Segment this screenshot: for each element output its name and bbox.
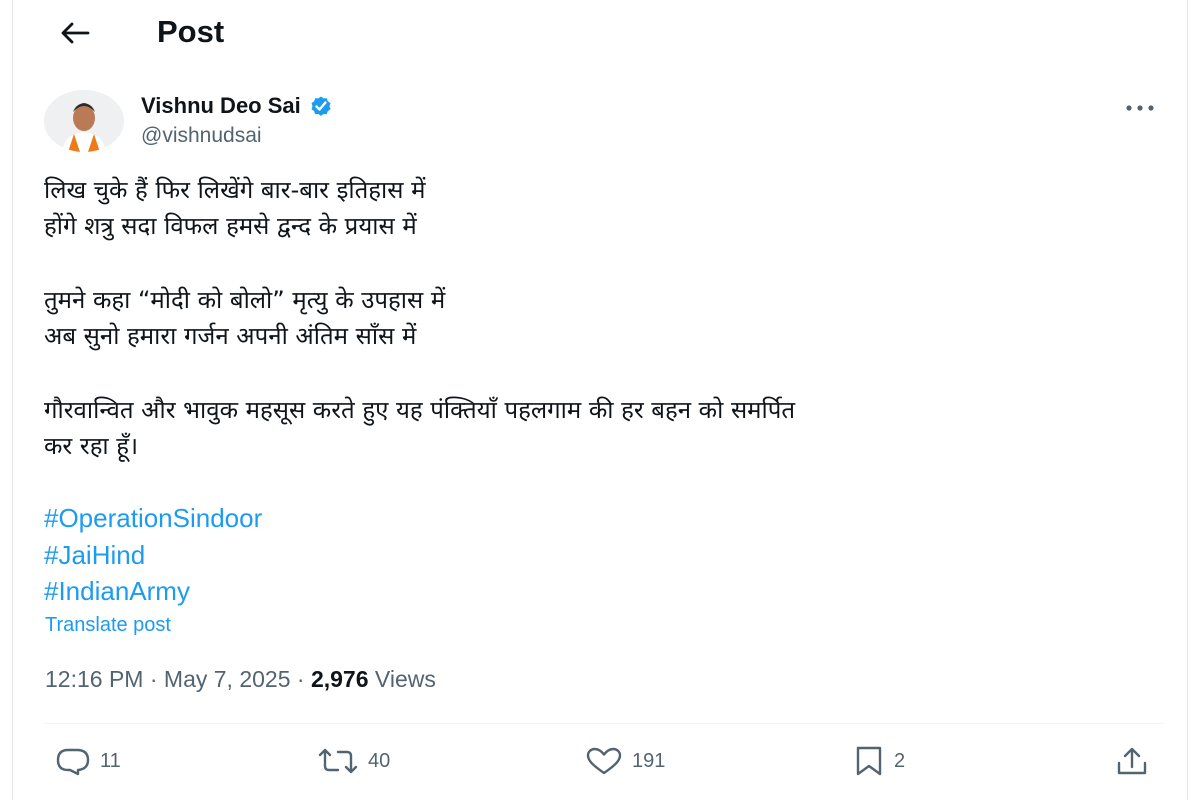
repost-count: 40 [368,749,391,772]
repost-icon [316,746,360,776]
post-stanza-3: गौरवान्वित और भावुक महसूस करते हुए यह पं… [44,392,1164,464]
post-line: होंगे शत्रु सदा विफल हमसे द्वन्द के प्रय… [44,212,417,240]
more-options-button[interactable] [1120,94,1160,122]
page-border-left [12,0,13,800]
hashtag-link[interactable]: #JaiHind [44,537,262,574]
arrow-left-icon [60,22,90,44]
meta-separator: · [143,666,164,692]
bookmark-count: 2 [894,749,906,772]
divider [44,723,1164,724]
bookmark-icon [852,745,886,777]
back-button[interactable] [52,10,98,56]
hashtag-link[interactable]: #IndianArmy [44,573,262,610]
post-date[interactable]: May 7, 2025 [164,666,291,693]
name-row: Vishnu Deo Sai [141,90,333,122]
post-line: गौरवान्वित और भावुक महसूस करते हुए यह पं… [44,396,796,424]
post-line: लिख चुके हैं फिर लिखेंगे बार-बार इतिहास … [44,176,426,204]
verified-badge-icon [309,94,333,118]
post-line: कर रहा हूँ। [44,432,139,460]
post-header: Post [12,0,1187,66]
author-handle[interactable]: @vishnudsai [141,124,262,148]
hashtag-list: #OperationSindoor #JaiHind #IndianArmy [44,500,262,610]
more-horizontal-icon [1124,104,1156,112]
post-author: Vishnu Deo Sai @vishnudsai [44,88,1174,158]
repost-button[interactable]: 40 [316,738,390,784]
page-border-right [1187,0,1188,800]
hashtag-link[interactable]: #OperationSindoor [44,500,262,537]
share-button[interactable] [1114,738,1150,784]
translate-post-link[interactable]: Translate post [45,614,171,637]
post-stanza-1: लिख चुके हैं फिर लिखेंगे बार-बार इतिहास … [44,172,1164,244]
meta-separator: · [290,666,311,692]
post-line: अब सुनो हमारा गर्जन अपनी अंतिम साँस में [44,322,417,350]
views-label: Views [374,666,436,692]
bookmark-button[interactable]: 2 [852,738,905,784]
post-meta: 12:16 PM · May 7, 2025 · 2,976 Views [45,666,436,693]
reply-count: 11 [100,749,121,772]
post-time[interactable]: 12:16 PM [45,666,143,693]
action-bar: 11 40 191 2 [44,738,1164,784]
like-count: 191 [632,749,666,772]
reply-button[interactable]: 11 [54,738,121,784]
post-line: तुमने कहा “मोदी को बोलो” मृत्यु के उपहास… [44,286,446,314]
avatar[interactable] [44,90,124,152]
author-name[interactable]: Vishnu Deo Sai [141,93,301,119]
post-text: लिख चुके हैं फिर लिखेंगे बार-बार इतिहास … [44,172,1164,464]
views-count: 2,976 [310,666,369,692]
post-stanza-2: तुमने कहा “मोदी को बोलो” मृत्यु के उपहास… [44,282,1164,354]
page-title: Post [157,14,225,49]
like-button[interactable]: 191 [584,738,665,784]
like-icon [584,746,624,776]
share-icon [1114,745,1150,777]
reply-icon [54,746,92,776]
